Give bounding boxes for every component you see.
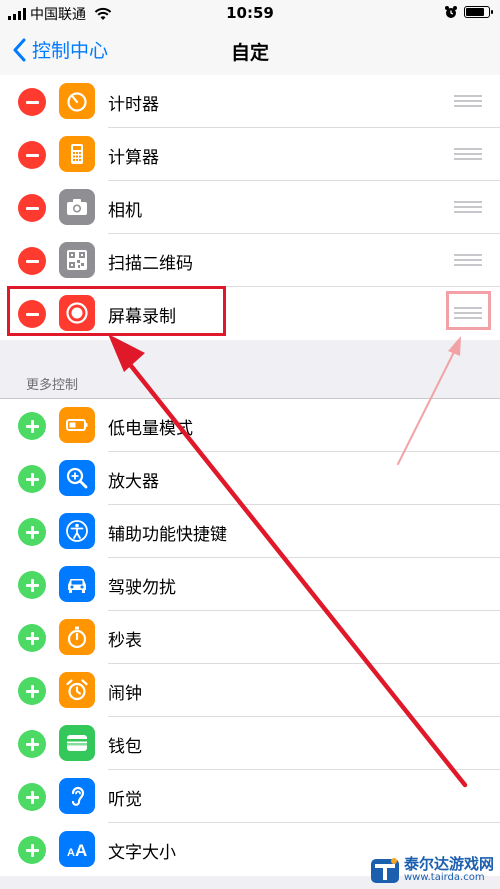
add-control-button[interactable] — [18, 624, 46, 652]
remove-control-button[interactable] — [18, 194, 46, 222]
control-row: 辅助功能快捷键 — [0, 505, 500, 558]
control-row: 计算器 — [0, 128, 500, 181]
control-label: 钱包 — [108, 737, 142, 757]
watermark-logo-icon — [370, 858, 399, 883]
magnifier-icon — [59, 460, 95, 496]
control-row: 驾驶勿扰 — [0, 558, 500, 611]
control-label: 文字大小 — [108, 843, 176, 863]
accessibility-icon — [59, 513, 95, 549]
car-icon — [59, 566, 95, 602]
remove-control-button[interactable] — [18, 247, 46, 275]
control-label: 放大器 — [108, 472, 159, 492]
add-control-button[interactable] — [18, 730, 46, 758]
control-label: 听觉 — [108, 790, 142, 810]
alarm-clock-icon — [445, 6, 457, 18]
remove-control-button[interactable] — [18, 141, 46, 169]
control-row: 钱包 — [0, 717, 500, 770]
qr-code-icon — [59, 242, 95, 278]
control-label: 秒表 — [108, 631, 142, 651]
control-row: 相机 — [0, 181, 500, 234]
control-label: 驾驶勿扰 — [108, 578, 176, 598]
reorder-handle-icon[interactable] — [454, 201, 482, 214]
svg-text:A: A — [75, 841, 87, 860]
control-label: 辅助功能快捷键 — [108, 525, 227, 545]
control-row: 闹钟 — [0, 664, 500, 717]
add-control-button[interactable] — [18, 677, 46, 705]
control-label: 闹钟 — [108, 684, 142, 704]
low-power-icon — [59, 407, 95, 443]
highlight-box-reorder-handle — [446, 291, 491, 330]
calculator-icon — [59, 136, 95, 172]
timer-icon — [59, 83, 95, 119]
watermark-url: www.tairda.com — [403, 872, 485, 883]
status-bar: 中国联通 10:59 — [0, 0, 500, 26]
svg-text:A: A — [67, 847, 75, 859]
navigation-bar: 控制中心 自定 — [0, 26, 500, 76]
add-control-button[interactable] — [18, 571, 46, 599]
text-size-icon: AA — [59, 831, 95, 867]
add-control-button[interactable] — [18, 836, 46, 864]
clock-time: 10:59 — [226, 4, 274, 22]
reorder-handle-icon[interactable] — [454, 95, 482, 108]
battery-icon — [464, 6, 493, 18]
hearing-icon — [59, 778, 95, 814]
control-row: 听觉 — [0, 770, 500, 823]
add-control-button[interactable] — [18, 465, 46, 493]
section-header-more-controls: 更多控制 — [26, 378, 79, 393]
more-controls-list: 低电量模式放大器辅助功能快捷键 驾驶勿扰秒表闹钟钱包听觉 A A 文字大小 — [0, 399, 500, 876]
camera-icon — [59, 189, 95, 225]
add-control-button[interactable] — [18, 412, 46, 440]
control-row: 扫描二维码 — [0, 234, 500, 287]
page-title: 自定 — [230, 42, 269, 64]
alarm-icon — [59, 672, 95, 708]
add-control-button[interactable] — [18, 518, 46, 546]
control-label: 低电量模式 — [108, 419, 193, 439]
control-label: 扫描二维码 — [108, 254, 193, 274]
reorder-handle-icon[interactable] — [454, 254, 482, 267]
watermark-name: 泰尔达游戏网 — [403, 855, 494, 873]
control-row: 计时器 — [0, 75, 500, 128]
reorder-handle-icon[interactable] — [454, 148, 482, 161]
remove-control-button[interactable] — [18, 88, 46, 116]
control-label: 计算器 — [108, 148, 159, 168]
add-control-button[interactable] — [18, 783, 46, 811]
control-label: 相机 — [108, 201, 142, 221]
watermark: 泰尔达游戏网 www.tairda.com — [370, 855, 494, 885]
wallet-icon — [59, 725, 95, 761]
highlight-box-screen-record — [7, 286, 226, 336]
stopwatch-icon — [59, 619, 95, 655]
control-row: 低电量模式 — [0, 399, 500, 452]
control-label: 计时器 — [108, 95, 159, 115]
control-row: 秒表 — [0, 611, 500, 664]
control-row: 放大器 — [0, 452, 500, 505]
